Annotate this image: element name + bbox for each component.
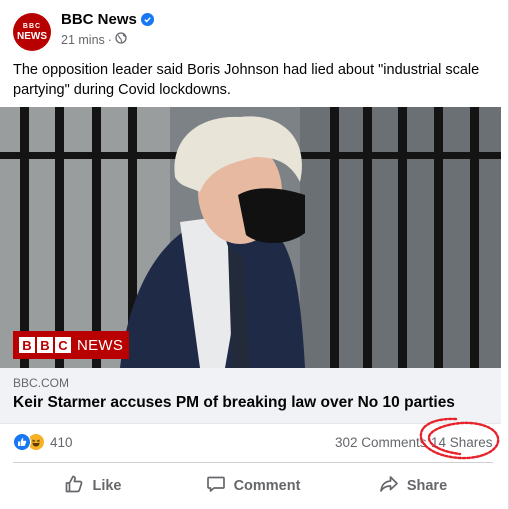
- share-button[interactable]: Share: [333, 468, 493, 504]
- page-name[interactable]: BBC News: [61, 11, 154, 28]
- meta-separator: ·: [107, 32, 112, 47]
- share-arrow-icon: [379, 474, 399, 498]
- verified-badge-icon: [140, 13, 154, 26]
- share-label: Share: [406, 478, 448, 494]
- comment-icon: [206, 474, 226, 498]
- like-reaction-icon: [13, 433, 31, 451]
- avatar-text-bottom: NEWS: [17, 30, 47, 42]
- post-time[interactable]: 21 mins: [61, 33, 105, 47]
- comment-label: Comment: [233, 478, 301, 494]
- avatar-text-top: BBC: [22, 22, 42, 30]
- post-caption: The opposition leader said Boris Johnson…: [13, 62, 480, 98]
- post-header: BBC NEWS BBC News 21 mins ·: [13, 11, 493, 51]
- post-meta: 21 mins ·: [61, 32, 127, 47]
- action-bar: Like Comment Share: [13, 468, 493, 504]
- reactions-summary[interactable]: 410: [13, 433, 73, 451]
- post-card: BBC NEWS BBC News 21 mins · The oppositi…: [0, 0, 509, 509]
- reaction-count: 410: [50, 434, 73, 450]
- like-button[interactable]: Like: [13, 468, 173, 504]
- globe-icon: [115, 32, 127, 47]
- logo-letter: C: [55, 337, 71, 353]
- comment-button[interactable]: Comment: [173, 468, 333, 504]
- post-image[interactable]: B B C NEWS: [0, 107, 501, 368]
- link-domain: BBC.COM: [13, 376, 70, 390]
- bbc-news-logo: B B C NEWS: [13, 331, 130, 359]
- like-label: Like: [92, 478, 122, 494]
- logo-letter: B: [19, 337, 35, 353]
- avatar[interactable]: BBC NEWS: [13, 13, 51, 51]
- divider: [13, 462, 493, 463]
- page-name-text[interactable]: BBC News: [61, 11, 137, 28]
- thumbs-up-icon: [64, 474, 84, 498]
- logo-word: NEWS: [77, 336, 124, 354]
- logo-letter: B: [37, 337, 53, 353]
- link-headline[interactable]: Keir Starmer accuses PM of breaking law …: [13, 394, 455, 412]
